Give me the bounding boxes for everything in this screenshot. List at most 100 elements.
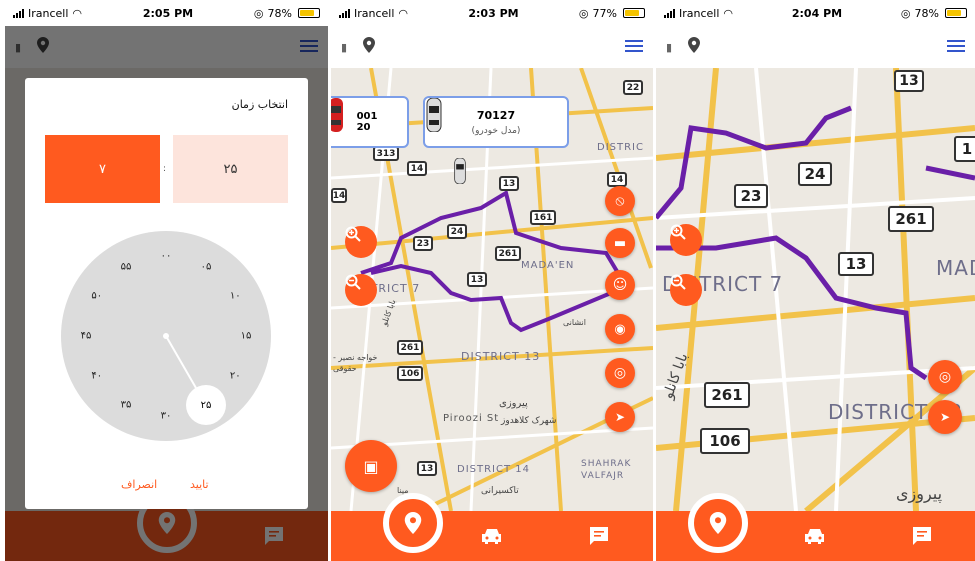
menu-icon[interactable]	[947, 38, 965, 57]
vehicle-model: (مدل خودرو)	[471, 125, 521, 136]
car-marker-icon	[454, 158, 466, 184]
map-label: DISTRIC	[597, 142, 644, 153]
clock-number[interactable]: ۳۵	[121, 400, 132, 411]
alarm-icon: ◎	[253, 6, 264, 20]
battery-percent: 77%	[592, 6, 617, 20]
zoom-out-button[interactable]	[670, 274, 702, 306]
minute-display[interactable]: ۲۵	[173, 135, 288, 203]
nav-car-button[interactable]	[462, 516, 522, 556]
zoom-out-button[interactable]	[345, 274, 377, 306]
phone-screen-map-route: Irancell ◠ 2:03 PM ◎ 77% ▮ 313 14 13 161	[331, 0, 653, 561]
vehicle-card[interactable]: 70127 (مدل خودرو)	[423, 96, 569, 148]
road-badge: 23	[734, 184, 768, 208]
battery-percent: 78%	[267, 6, 292, 20]
zoom-in-button[interactable]	[345, 226, 377, 258]
road-badge: 13	[499, 176, 519, 191]
alarm-icon: ◎	[578, 6, 589, 20]
zoom-out-icon	[670, 274, 686, 290]
zoom-in-icon	[345, 226, 361, 242]
map-view[interactable]: 313 14 13 161 23 24 261 13 261 106 14 22…	[331, 68, 653, 511]
road-badge: 106	[397, 366, 423, 381]
navigation-arrow-icon: ➤	[939, 410, 951, 424]
clock-number[interactable]: ۳۰	[161, 411, 172, 422]
road-badge: 1	[954, 136, 975, 162]
location-pin-icon[interactable]	[363, 37, 376, 57]
cancel-button[interactable]: انصراف	[121, 478, 157, 491]
road-badge: 313	[373, 146, 399, 161]
eraser-button[interactable]: ▬	[605, 228, 635, 258]
road-badge: 261	[704, 382, 750, 408]
clock-selected-number[interactable]: ۲۵	[186, 385, 226, 426]
car-icon	[426, 98, 442, 132]
signal-strength-icon[interactable]: ▮	[341, 41, 347, 54]
clock-number[interactable]: ۰۵	[201, 261, 212, 272]
clock-number[interactable]: ۰۰	[161, 251, 172, 262]
red-car-icon	[331, 98, 343, 132]
map-label: DISTRICT 13	[461, 350, 541, 363]
status-bar: Irancell ◠ 2:05 PM ◎ 78%	[5, 0, 328, 26]
route-line	[360, 189, 624, 333]
road-badge: 14	[607, 172, 627, 187]
map-view[interactable]: 13 24 23 261 13 261 106 1 DISTRICT 7 MA D…	[656, 68, 975, 511]
clock-number[interactable]: ۴۵	[81, 331, 92, 342]
confirm-button[interactable]: تایید	[190, 478, 209, 491]
signal-strength-icon[interactable]: ▮	[666, 41, 672, 54]
clock-face[interactable]: ۰۰ ۰۵ ۱۰ ۱۵ ۲۰ ۲۵ ۳۰ ۳۵ ۴۰ ۴۵ ۵۰ ۵۵	[61, 231, 271, 441]
no-signal-button[interactable]: ⦸	[605, 186, 635, 216]
hour-display[interactable]: ۷	[45, 135, 160, 203]
road-badge: 106	[700, 428, 750, 454]
alarm-icon: ◎	[900, 6, 911, 20]
zoom-in-button[interactable]	[670, 224, 702, 256]
road-badge: 14	[331, 188, 347, 203]
menu-icon[interactable]	[625, 38, 643, 57]
route-pins-button[interactable]: ◉	[605, 314, 635, 344]
status-time: 2:05 PM	[142, 6, 194, 20]
clock-number[interactable]: ۵۰	[91, 291, 102, 302]
map-label: DISTRICT 14	[457, 464, 530, 475]
road-badge: 13	[417, 461, 437, 476]
clock-number[interactable]: ۲۰	[230, 371, 241, 382]
clock-number[interactable]: ۵۵	[121, 261, 132, 272]
road-badge: 24	[798, 162, 832, 186]
map-label: SHAHRAK VALFAJR	[581, 459, 632, 481]
road-badge: 161	[530, 210, 556, 225]
nav-center-location-button[interactable]	[383, 493, 443, 553]
road-badge: 24	[447, 224, 467, 239]
location-pin-icon[interactable]	[688, 37, 701, 57]
clock-number[interactable]: ۱۰	[230, 291, 241, 302]
navigate-button[interactable]: ➤	[605, 402, 635, 432]
nav-car-button[interactable]	[785, 516, 845, 556]
clock-number[interactable]: ۱۵	[241, 331, 252, 342]
wifi-icon: ◠	[398, 6, 409, 20]
nav-center-location-button[interactable]	[688, 493, 748, 553]
app-header: ▮	[656, 26, 975, 68]
center-car-button[interactable]: ◎	[928, 360, 962, 394]
vehicle-card[interactable]: 001 20	[331, 96, 409, 148]
nav-chat-button[interactable]	[569, 516, 629, 556]
phone-screen-map-zoomed: Irancell ◠ 2:04 PM ◎ 78% ▮ 13 24 23 261	[656, 0, 975, 561]
target-icon: ◎	[613, 365, 627, 381]
wifi-icon: ◠	[72, 6, 83, 20]
route-pin-icon: ◉	[614, 321, 626, 337]
battery-icon	[622, 8, 645, 18]
map-label: Piroozi St	[443, 413, 500, 424]
location-pin-icon	[709, 512, 727, 534]
nav-chat-button[interactable]	[892, 516, 952, 556]
status-bar: Irancell ◠ 2:04 PM ◎ 78%	[656, 0, 975, 26]
briefcase-icon: ▣	[363, 456, 379, 476]
status-time: 2:03 PM	[468, 6, 519, 20]
target-icon: ◎	[938, 369, 952, 385]
route-line	[656, 105, 975, 381]
vehicle-info: 20	[356, 122, 371, 133]
toolbox-button[interactable]: ▣	[345, 440, 397, 492]
navigate-button[interactable]: ➤	[928, 400, 962, 434]
road-badge: 261	[397, 340, 423, 355]
map-label: پیروزی	[499, 398, 528, 409]
clock-hand	[163, 333, 197, 389]
road-badge: 13	[467, 272, 487, 287]
center-car-button[interactable]: ◎	[605, 358, 635, 388]
user-pin-icon: ☺	[612, 277, 628, 293]
clock-number[interactable]: ۴۰	[91, 371, 102, 382]
chat-icon	[912, 527, 931, 545]
driver-button[interactable]: ☺	[605, 270, 635, 300]
